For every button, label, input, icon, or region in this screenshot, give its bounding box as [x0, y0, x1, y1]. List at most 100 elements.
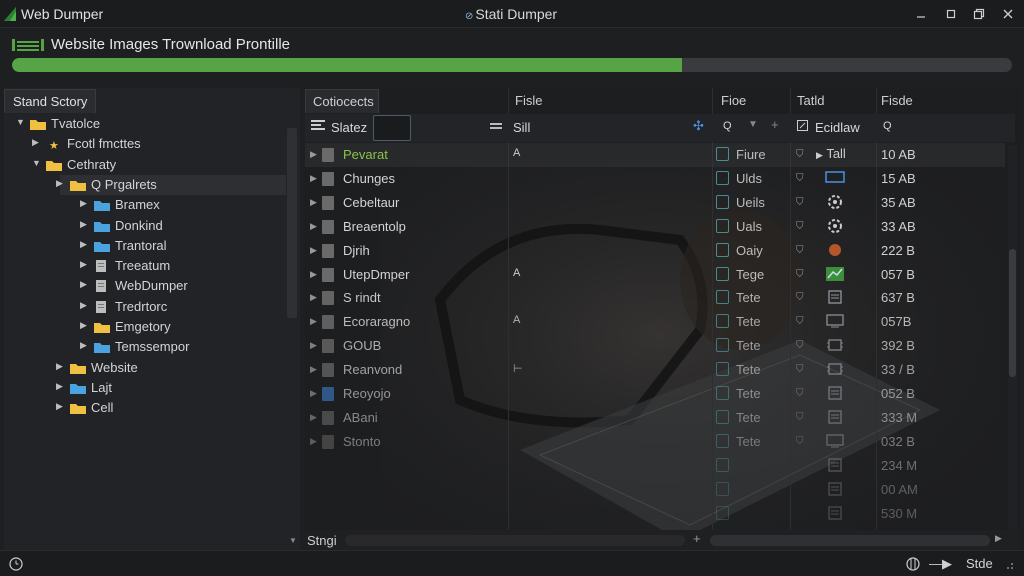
chevron-right-icon[interactable]: ▶ — [56, 401, 66, 412]
table-row[interactable]: 530 M — [305, 502, 1005, 526]
select-checkbox[interactable] — [716, 218, 729, 233]
restore-button[interactable] — [941, 4, 961, 24]
select-checkbox[interactable] — [716, 170, 729, 185]
resize-grip-icon[interactable] — [1004, 560, 1014, 570]
chevron-right-icon[interactable]: ▶ — [56, 361, 66, 372]
clock-icon[interactable] — [9, 557, 23, 571]
table-row[interactable]: ▶ Stonto Tete ⛉ 032 B — [305, 430, 1005, 454]
tree-item[interactable]: ▶ WebDumper — [4, 276, 286, 296]
table-row[interactable]: ▶ Pevarat A Fiure ⛉ ▶ Tall 10 AB — [305, 143, 1005, 167]
table-row[interactable]: 234 M — [305, 454, 1005, 478]
minimize-button[interactable] — [911, 4, 931, 24]
table-row[interactable]: ▶ Reanvond ⊢ Tete ⛉ 33 / B — [305, 358, 1005, 382]
table-row[interactable]: ▶ Chunges Ulds ⛉ 15 AB — [305, 167, 1005, 191]
tree-item[interactable]: ▶ Bramex — [4, 195, 286, 215]
table-row[interactable]: ▶ Cebeltaur Ueils ⛉ 35 AB — [305, 191, 1005, 215]
tree-item[interactable]: ▶ Cell — [4, 398, 286, 418]
tree-item[interactable]: ▶ ★ Fcotl fmcttes — [4, 134, 286, 154]
horizontal-scroll-left[interactable] — [345, 535, 685, 546]
expand-row-icon[interactable]: ▶ — [310, 173, 317, 184]
expand-row-icon[interactable]: ▶ — [310, 221, 317, 232]
expand-row-icon[interactable]: ▶ — [310, 316, 317, 327]
chevron-down-icon[interactable]: ▼ — [748, 119, 758, 145]
tree-item[interactable]: ▶ Emgetory — [4, 317, 286, 337]
table-row[interactable]: ▶ Reoyojo Tete ⛉ 052 B — [305, 382, 1005, 406]
maximize-button[interactable] — [969, 4, 989, 24]
tree-item[interactable]: ▼ Tvatolce — [4, 114, 286, 134]
settings-icon[interactable]: ✣ — [693, 118, 704, 144]
select-checkbox[interactable] — [716, 266, 729, 281]
chevron-down-icon[interactable]: ▼ — [32, 158, 42, 168]
expand-row-icon[interactable]: ▶ — [310, 364, 317, 375]
expand-row-icon[interactable]: ▶ — [310, 149, 317, 160]
select-checkbox[interactable] — [716, 433, 729, 448]
expand-row-icon[interactable]: ▶ — [310, 388, 317, 399]
select-checkbox[interactable] — [716, 338, 729, 353]
scroll-down-icon[interactable]: ▼ — [289, 536, 297, 545]
table-row[interactable]: ▶ Ecoraragno A Tete ⛉ 057B — [305, 310, 1005, 334]
table-scrollbar[interactable] — [1008, 145, 1017, 540]
tree-scrollbar[interactable] — [287, 128, 297, 318]
table-row[interactable]: 00 AM — [305, 478, 1005, 502]
chevron-right-icon[interactable]: ▶ — [56, 381, 66, 392]
expand-row-icon[interactable]: ▶ — [310, 197, 317, 208]
scrollbar-thumb[interactable] — [1009, 249, 1016, 377]
column-header-size[interactable]: Fisde — [874, 89, 934, 113]
scroll-right-icon[interactable]: ▶ — [995, 533, 1002, 544]
chevron-right-icon[interactable]: ▶ — [56, 178, 66, 189]
tree-item[interactable]: ▶ Tredrtorc — [4, 297, 286, 317]
select-checkbox[interactable] — [716, 147, 729, 161]
expand-row-icon[interactable]: ▶ — [310, 412, 317, 423]
chevron-right-icon[interactable]: ▶ — [32, 137, 42, 148]
globe-icon[interactable] — [906, 557, 920, 571]
select-checkbox[interactable] — [716, 481, 729, 496]
chevron-right-icon[interactable]: ▶ — [80, 219, 90, 230]
select-checkbox[interactable] — [716, 362, 729, 377]
play-arrow-icon[interactable]: —▶ — [929, 556, 952, 572]
table-row[interactable]: ▶ ABani Tete ⛉ 333 M — [305, 406, 1005, 430]
chevron-right-icon[interactable]: ▶ — [80, 279, 90, 290]
table-row[interactable]: ▶ S rindt Tete ⛉ 637 B — [305, 286, 1005, 310]
expand-row-icon[interactable]: ▶ — [310, 269, 317, 280]
plus-icon[interactable]: + — [771, 117, 779, 143]
chevron-right-icon[interactable]: ▶ — [80, 320, 90, 331]
column-header-contents[interactable]: Cotiocects — [305, 89, 379, 113]
select-checkbox[interactable] — [716, 457, 729, 472]
tree-item[interactable]: ▶ Q Prgalrets — [56, 174, 286, 195]
table-row[interactable]: ▶ Djrih Oaiy ⛉ 222 B — [305, 239, 1005, 263]
expand-row-icon[interactable]: ▶ — [310, 245, 317, 256]
select-checkbox[interactable] — [716, 505, 729, 520]
chevron-right-icon[interactable]: ▶ — [80, 300, 90, 311]
select-checkbox[interactable] — [716, 386, 729, 400]
tree-item[interactable]: ▶ Lajt — [4, 378, 286, 398]
close-button[interactable] — [998, 4, 1018, 24]
plus-icon[interactable]: + — [693, 531, 701, 546]
chevron-right-icon[interactable]: ▶ — [80, 239, 90, 250]
chevron-down-icon[interactable]: ▼ — [16, 117, 26, 127]
expand-row-icon[interactable]: ▶ — [310, 292, 317, 303]
edit-icon[interactable] — [797, 119, 808, 145]
expand-row-icon[interactable]: ▶ — [310, 340, 317, 351]
column-header-file[interactable]: Fisle — [508, 89, 588, 113]
table-row[interactable]: ▶ Breaentolp Uals ⛉ 33 AB — [305, 215, 1005, 239]
tree-item[interactable]: ▶ Temssempor — [4, 337, 286, 357]
table-row[interactable]: ▶ GOUB Tete ⛉ 392 B — [305, 334, 1005, 358]
tree-item[interactable]: ▶ Trantoral — [4, 236, 286, 256]
select-checkbox[interactable] — [716, 314, 729, 329]
expand-row-icon[interactable]: ▶ — [310, 436, 317, 447]
tab-site-directory[interactable]: Stand Sctory — [4, 89, 96, 113]
tree-item[interactable]: ▼ Cethraty — [4, 155, 286, 175]
select-checkbox[interactable] — [716, 290, 729, 305]
table-row[interactable]: ▶ UtepDmper A Tege ⛉ 057 B — [305, 263, 1005, 287]
tree-item[interactable]: ▶ Donkind — [4, 216, 286, 236]
tree-item[interactable]: ▶ Website — [4, 358, 286, 378]
filter-input[interactable] — [373, 115, 411, 141]
select-checkbox[interactable] — [716, 194, 729, 209]
tree-item[interactable]: ▶ Treeatum — [4, 256, 286, 276]
select-checkbox[interactable] — [716, 409, 729, 424]
column-header-type[interactable]: Fioe — [714, 89, 774, 113]
chevron-right-icon[interactable]: ▶ — [80, 340, 90, 351]
chevron-right-icon[interactable]: ▶ — [80, 198, 90, 209]
column-header-thumb[interactable]: Tatld — [790, 89, 850, 113]
select-checkbox[interactable] — [716, 242, 729, 257]
